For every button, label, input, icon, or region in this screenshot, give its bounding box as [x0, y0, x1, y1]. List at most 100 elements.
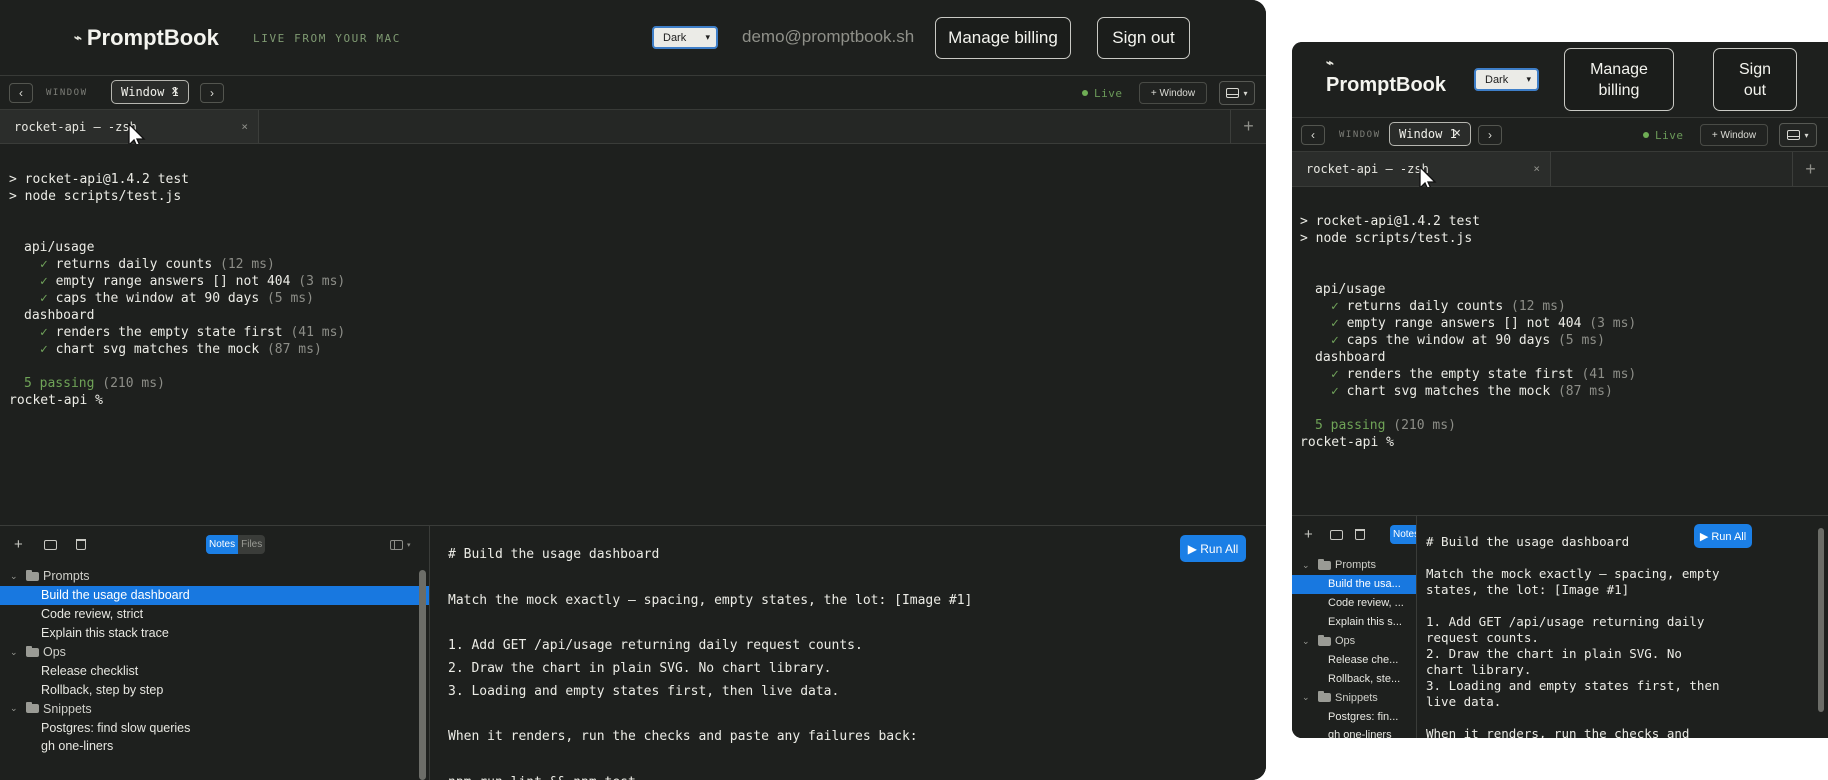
run-all-button[interactable]: ▶ Run All: [1180, 535, 1246, 562]
add-window-button[interactable]: + Window: [1700, 124, 1768, 146]
test-duration: (3 ms): [1589, 316, 1637, 331]
terminal-text: rocket-api %: [1300, 435, 1394, 450]
tree-scrollbar[interactable]: [419, 570, 426, 780]
bolt-icon: ⌁: [74, 30, 82, 45]
app-header: ⌁ PromptBook Dark ▾ Manage billing Sign …: [1292, 42, 1828, 118]
prompt-item[interactable]: Release checklist: [0, 661, 429, 680]
folder-prompts[interactable]: ⌄ Prompts: [1292, 556, 1416, 575]
prompt-item[interactable]: gh one-liners: [0, 737, 429, 756]
prompt-item[interactable]: Release che...: [1292, 650, 1416, 669]
close-icon[interactable]: ×: [1533, 162, 1540, 175]
chevron-down-icon[interactable]: ⌄: [10, 647, 22, 658]
terminal-line: api/usage: [9, 239, 1266, 256]
terminal-text: chart svg matches the mock: [55, 342, 260, 357]
tab-notes[interactable]: Notes: [1390, 525, 1416, 544]
new-prompt-icon[interactable]: +: [14, 537, 23, 552]
editor-scrollbar[interactable]: [1818, 528, 1824, 712]
prompt-item[interactable]: Code review, strict: [0, 605, 429, 624]
new-folder-icon[interactable]: [1330, 530, 1343, 540]
next-window-button[interactable]: ›: [200, 83, 224, 103]
manage-billing-button[interactable]: Manage billing: [935, 17, 1071, 59]
terminal-text: renders the empty state first: [55, 325, 283, 340]
folder-icon: [26, 702, 39, 714]
prompt-item[interactable]: Rollback, ste...: [1292, 669, 1416, 688]
check-icon: ✓: [40, 325, 48, 340]
tab-notes[interactable]: Notes: [206, 535, 239, 554]
new-tab-button[interactable]: +: [1230, 110, 1266, 143]
prompt-workspace: + Notes ⌄ Prompts Build the usa... Code rev…: [1292, 515, 1828, 738]
folder-ops[interactable]: ⌄ Ops: [0, 643, 429, 662]
editor-line: When it renders, run the checks and past…: [448, 729, 918, 745]
prompt-item[interactable]: Explain this stack trace: [0, 624, 429, 643]
chevron-down-icon[interactable]: ⌄: [1302, 692, 1314, 703]
prompt-item-label: gh one-liners: [1328, 729, 1392, 738]
prompt-editor[interactable]: # Build the usage dashboard Match the mo…: [430, 526, 1266, 780]
terminal-text: rocket-api %: [9, 393, 103, 408]
sidebar-toggle-button[interactable]: ▾: [390, 540, 411, 550]
new-tab-button[interactable]: +: [1792, 152, 1828, 186]
prompt-item[interactable]: Postgres: fin...: [1292, 707, 1416, 726]
prompt-item[interactable]: Build the usage dashboard: [0, 585, 429, 605]
prompt-item[interactable]: Code review, ...: [1292, 594, 1416, 613]
trash-icon[interactable]: [1355, 529, 1365, 540]
window-tab[interactable]: Window 1 ×: [1389, 122, 1471, 146]
test-duration: (41 ms): [290, 325, 346, 340]
editor-line: 3. Loading and empty states first, then …: [448, 683, 840, 699]
chevron-down-icon[interactable]: ⌄: [1302, 560, 1314, 571]
window-tab[interactable]: Window 1 ×: [111, 80, 189, 104]
next-window-button[interactable]: ›: [1478, 125, 1502, 145]
chevron-down-icon: ▾: [407, 542, 411, 549]
terminal-output[interactable]: > rocket-api@1.4.2 test > node scripts/te…: [0, 144, 1266, 525]
theme-select[interactable]: Dark ▾: [1474, 68, 1539, 91]
editor-content[interactable]: # Build the usage dashboard Match the mo…: [448, 544, 972, 780]
theme-select[interactable]: Dark ▾: [652, 26, 718, 49]
run-all-button[interactable]: ▶ Run All: [1694, 524, 1752, 548]
terminal-output[interactable]: > rocket-api@1.4.2 test > node scripts/te…: [1292, 187, 1828, 515]
prompt-item[interactable]: Rollback, step by step: [0, 680, 429, 699]
layout-toggle-button[interactable]: ▾: [1219, 81, 1255, 105]
prompt-item-label: Rollback, step by step: [41, 682, 164, 697]
live-dot-icon: [1082, 90, 1088, 96]
theme-select-value: Dark: [663, 31, 687, 44]
editor-content[interactable]: # Build the usage dashboard Match the mo…: [1426, 534, 1720, 738]
folder-snippets[interactable]: ⌄ Snippets: [0, 699, 429, 718]
folder-ops[interactable]: ⌄ Ops: [1292, 632, 1416, 651]
chevron-down-icon: ▾: [1804, 130, 1809, 140]
close-icon[interactable]: ×: [241, 120, 248, 133]
layout-icon: [1787, 130, 1801, 140]
add-window-button[interactable]: + Window: [1139, 82, 1207, 104]
prompt-item[interactable]: Postgres: find slow queries: [0, 718, 429, 737]
close-icon[interactable]: ×: [171, 84, 179, 99]
chevron-down-icon[interactable]: ⌄: [10, 703, 22, 714]
prompt-item[interactable]: Build the usa...: [1292, 574, 1416, 594]
test-duration: (12 ms): [1511, 299, 1566, 314]
close-icon[interactable]: ×: [1453, 126, 1461, 141]
chevron-down-icon[interactable]: ⌄: [1302, 636, 1314, 647]
prompt-item[interactable]: Explain this s...: [1292, 613, 1416, 632]
terminal-text: empty range answers [] not 404: [55, 274, 291, 289]
prompt-item[interactable]: gh one-liners: [1292, 726, 1416, 738]
prompt-editor[interactable]: # Build the usage dashboard Match the mo…: [1417, 516, 1828, 738]
logo[interactable]: ⌁ PromptBook: [74, 25, 219, 51]
prev-window-button[interactable]: ‹: [9, 83, 33, 103]
user-email: demo@promptbook.sh: [742, 27, 915, 46]
folder-snippets[interactable]: ⌄ Snippets: [1292, 688, 1416, 707]
terminal-line: rocket-api %: [1300, 434, 1828, 451]
new-prompt-icon[interactable]: +: [1304, 527, 1313, 542]
trash-icon[interactable]: [76, 539, 86, 550]
layout-toggle-button[interactable]: ▾: [1779, 123, 1817, 147]
manage-billing-button[interactable]: Manage billing: [1564, 48, 1674, 111]
folder-prompts[interactable]: ⌄ Prompts: [0, 567, 429, 586]
terminal-text: > rocket-api@1.4.2 test: [1300, 214, 1481, 229]
logo[interactable]: ⌁ PromptBook: [1326, 55, 1446, 97]
chevron-down-icon[interactable]: ⌄: [10, 571, 22, 582]
new-folder-icon[interactable]: [44, 540, 57, 550]
tab-files[interactable]: Files: [238, 535, 265, 554]
terminal-line: api/usage: [1300, 281, 1828, 298]
sign-out-button[interactable]: Sign out: [1097, 17, 1190, 59]
folder-label: Prompts: [1335, 559, 1376, 572]
sign-out-button[interactable]: Sign out: [1713, 48, 1797, 111]
prev-window-button[interactable]: ‹: [1301, 125, 1325, 145]
folder-icon: [26, 645, 39, 657]
